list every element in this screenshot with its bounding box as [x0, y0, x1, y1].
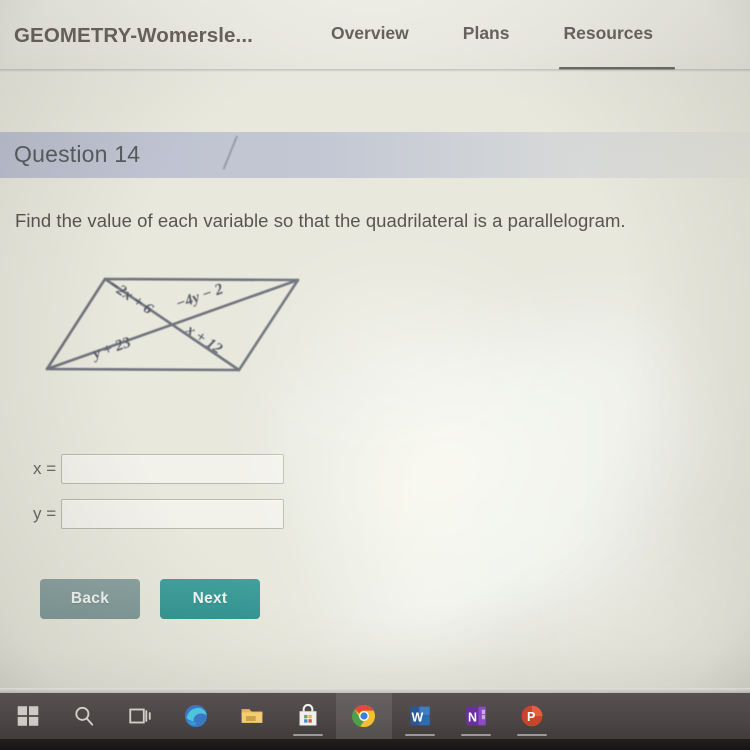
parallelogram-diagram-svg: −2x + 6 −4y − 2 y + 23 x + 12: [45, 276, 300, 372]
parallelogram-figure: −2x + 6 −4y − 2 y + 23 x + 12: [30, 265, 320, 390]
svg-text:N: N: [468, 710, 477, 724]
navigation-button-row: Back Next: [40, 579, 260, 619]
label-upper-left-segment: −2x + 6: [106, 276, 157, 318]
taskbar-item-powerpoint[interactable]: P: [504, 693, 560, 739]
label-lower-left-segment: y + 23: [89, 334, 134, 364]
next-button[interactable]: Next: [160, 579, 260, 619]
taskbar-item-edge[interactable]: [168, 693, 224, 739]
course-title: GEOMETRY-Womersle...: [14, 23, 253, 47]
taskbar-item-search[interactable]: [56, 693, 112, 739]
answer-label-y: y =: [33, 504, 57, 523]
label-lower-right-segment: x + 12: [182, 321, 226, 358]
folder-icon: [241, 709, 263, 723]
taskbar-item-microsoft-store[interactable]: [280, 693, 336, 739]
answer-row-x: x =: [33, 454, 284, 484]
task-view-icon: [129, 708, 151, 724]
onenote-icon: N: [466, 706, 486, 726]
svg-text:W: W: [412, 710, 424, 724]
taskbar-item-word[interactable]: W: [392, 693, 448, 739]
answer-label-x: x =: [33, 459, 57, 478]
screenshot-photo-frame: GEOMETRY-Womersle... Overview Plans Reso…: [0, 0, 750, 750]
search-icon: [75, 706, 94, 726]
windows-taskbar: W N P: [0, 693, 750, 739]
answer-input-y[interactable]: [61, 499, 284, 529]
taskbar-item-start[interactable]: [0, 693, 56, 739]
app-header-bar: GEOMETRY-Womersle... Overview Plans Reso…: [0, 0, 750, 71]
chrome-icon: [352, 704, 376, 728]
question-number-title: Question 14: [14, 141, 141, 167]
answer-row-y: y =: [33, 499, 284, 529]
back-button[interactable]: Back: [40, 579, 140, 619]
taskbar-item-task-view[interactable]: [112, 693, 168, 739]
tab-plans[interactable]: Plans: [463, 23, 510, 48]
svg-text:P: P: [527, 710, 535, 724]
primary-nav-tabs: Overview Plans Resources: [331, 23, 675, 70]
tab-overview[interactable]: Overview: [331, 23, 409, 48]
taskbar-item-chrome[interactable]: [336, 693, 392, 739]
answer-input-x[interactable]: [61, 454, 284, 484]
edge-icon: [184, 704, 208, 728]
figure-ink-group: [45, 277, 300, 372]
taskbar-item-onenote[interactable]: N: [448, 693, 504, 739]
question-content-area: Question 14 Find the value of each varia…: [0, 71, 750, 693]
tab-resources[interactable]: Resources: [559, 23, 675, 70]
start-icon: [17, 706, 39, 726]
question-prompt-text: Find the value of each variable so that …: [15, 210, 626, 231]
diagonal-bottomleft-to-topright: [45, 278, 300, 371]
word-icon: W: [410, 706, 430, 726]
taskbar-bottom-shadow: [0, 739, 750, 750]
taskbar-item-file-explorer[interactable]: [224, 693, 280, 739]
store-bag-icon: [299, 703, 317, 726]
powerpoint-icon: P: [521, 705, 543, 727]
